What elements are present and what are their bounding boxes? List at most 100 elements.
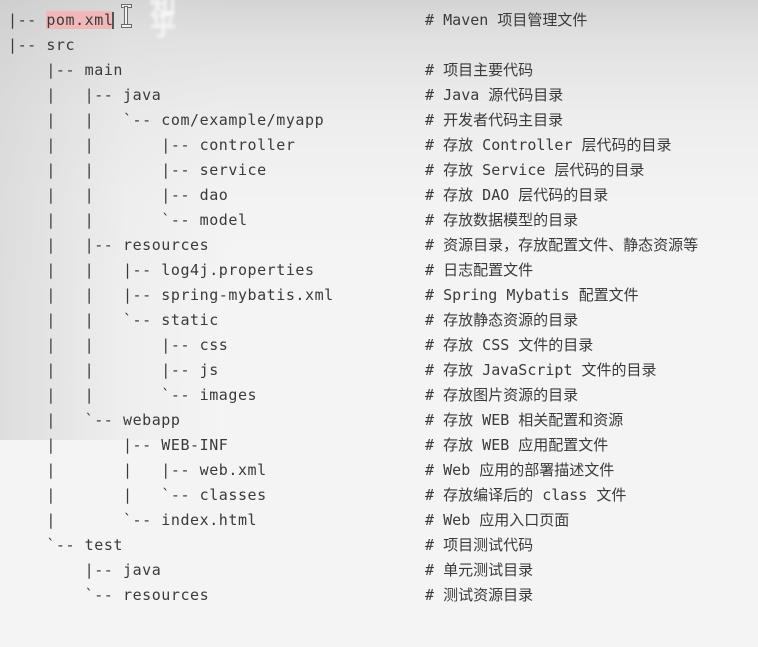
tree-node-name[interactable]: java	[123, 86, 161, 104]
tree-branch-prefix: | |--	[8, 436, 162, 454]
tree-row[interactable]: | | `-- static # 存放静态资源的目录	[0, 308, 758, 333]
tree-row[interactable]: `-- test # 项目测试代码	[0, 533, 758, 558]
tree-node-name[interactable]: css	[200, 336, 229, 354]
tree-node-name[interactable]: com/example/myapp	[161, 111, 324, 129]
tree-row[interactable]: | | |-- controller # 存放 Controller 层代码的目录	[0, 133, 758, 158]
tree-branch: | |-- resources	[8, 233, 209, 258]
tree-row[interactable]: | | `-- classes # 存放编译后的 class 文件	[0, 483, 758, 508]
tree-node-name[interactable]: controller	[200, 136, 296, 154]
tree-row[interactable]: | | |-- log4j.properties # 日志配置文件	[0, 258, 758, 283]
tree-row[interactable]: |-- src	[0, 33, 758, 58]
tree-row[interactable]: | `-- index.html # Web 应用入口页面	[0, 508, 758, 533]
comment-text: 项目主要代码	[443, 61, 534, 79]
tree-branch-prefix: | | `--	[8, 386, 200, 404]
tree-comment: # 存放数据模型的目录	[425, 208, 578, 233]
tree-row[interactable]: | | `-- model # 存放数据模型的目录	[0, 208, 758, 233]
tree-node-name[interactable]: spring-mybatis.xml	[161, 286, 333, 304]
tree-row[interactable]: | | `-- images # 存放图片资源的目录	[0, 383, 758, 408]
tree-branch-prefix: |--	[8, 561, 123, 579]
comment-text: 存放数据模型的目录	[443, 211, 579, 229]
tree-branch: `-- resources	[8, 583, 209, 608]
comment-hash: #	[425, 536, 444, 554]
comment-hash: #	[425, 436, 444, 454]
tree-row[interactable]: | | |-- web.xml # Web 应用的部署描述文件	[0, 458, 758, 483]
comment-hash: #	[425, 161, 444, 179]
tree-node-name[interactable]: log4j.properties	[161, 261, 314, 279]
tree-row[interactable]: | |-- java # Java 源代码目录	[0, 83, 758, 108]
comment-text: 存放 WEB 相关配置和资源	[443, 411, 624, 429]
comment-hash: #	[425, 511, 444, 529]
tree-comment: # Spring Mybatis 配置文件	[425, 283, 639, 308]
tree-branch: | | `-- static	[8, 308, 219, 333]
tree-branch: | `-- webapp	[8, 408, 180, 433]
tree-node-name[interactable]: index.html	[161, 511, 257, 529]
tree-branch: | | `-- com/example/myapp	[8, 108, 324, 133]
tree-node-name[interactable]: main	[85, 61, 123, 79]
tree-row[interactable]: | |-- WEB-INF # 存放 WEB 应用配置文件	[0, 433, 758, 458]
tree-node-name[interactable]: webapp	[123, 411, 181, 429]
tree-node-name[interactable]: classes	[200, 486, 267, 504]
tree-row[interactable]: `-- resources # 测试资源目录	[0, 583, 758, 608]
tree-branch: | | `-- model	[8, 208, 248, 233]
tree-row[interactable]: | | |-- dao # 存放 DAO 层代码的目录	[0, 183, 758, 208]
comment-text: 存放编译后的 class 文件	[443, 486, 627, 504]
directory-tree: |-- pom.xml # Maven 项目管理文件 |-- src |-- mai…	[0, 0, 758, 608]
tree-branch-prefix: | `--	[8, 511, 162, 529]
tree-node-name[interactable]: WEB-INF	[161, 436, 228, 454]
tree-node-name[interactable]: images	[200, 386, 258, 404]
tree-comment: # 测试资源目录	[425, 583, 533, 608]
tree-node-name[interactable]: resources	[123, 586, 209, 604]
tree-branch-prefix: | | |--	[8, 461, 200, 479]
comment-text: 存放 DAO 层代码的目录	[443, 186, 609, 204]
comment-text: Web 应用入口页面	[443, 511, 570, 529]
tree-branch-prefix: | | `--	[8, 211, 200, 229]
tree-row[interactable]: | | `-- com/example/myapp # 开发者代码主目录	[0, 108, 758, 133]
tree-node-name[interactable]: dao	[200, 186, 229, 204]
tree-row[interactable]: |-- java # 单元测试目录	[0, 558, 758, 583]
tree-node-name[interactable]: service	[200, 161, 267, 179]
tree-branch: | `-- index.html	[8, 508, 257, 533]
tree-row[interactable]: | `-- webapp # 存放 WEB 相关配置和资源	[0, 408, 758, 433]
comment-hash: #	[425, 361, 444, 379]
comment-text: 存放图片资源的目录	[443, 386, 579, 404]
tree-comment: # 存放静态资源的目录	[425, 308, 578, 333]
tree-comment: # 资源目录，存放配置文件、静态资源等	[425, 233, 698, 258]
tree-row[interactable]: | |-- resources # 资源目录，存放配置文件、静态资源等	[0, 233, 758, 258]
tree-comment: # 日志配置文件	[425, 258, 533, 283]
comment-hash: #	[425, 61, 444, 79]
tree-branch: | | |-- spring-mybatis.xml	[8, 283, 334, 308]
tree-node-name[interactable]: src	[46, 36, 75, 54]
tree-node-name[interactable]: resources	[123, 236, 209, 254]
tree-branch-prefix: `--	[8, 536, 85, 554]
tree-comment: # 存放编译后的 class 文件	[425, 483, 626, 508]
tree-branch-prefix: | | |--	[8, 336, 200, 354]
tree-row[interactable]: | | |-- css # 存放 CSS 文件的目录	[0, 333, 758, 358]
tree-row[interactable]: | | |-- spring-mybatis.xml # Spring Mybat…	[0, 283, 758, 308]
comment-hash: #	[425, 211, 444, 229]
comment-hash: #	[425, 461, 444, 479]
comment-hash: #	[425, 386, 444, 404]
comment-hash: #	[425, 486, 444, 504]
comment-hash: #	[425, 86, 444, 104]
tree-row[interactable]: |-- pom.xml # Maven 项目管理文件	[0, 8, 758, 33]
comment-hash: #	[425, 286, 444, 304]
comment-text: Spring Mybatis 配置文件	[443, 286, 639, 304]
tree-row[interactable]: |-- main # 项目主要代码	[0, 58, 758, 83]
tree-node-name[interactable]: model	[200, 211, 248, 229]
comment-text: 资源目录，存放配置文件、静态资源等	[443, 236, 699, 254]
tree-branch-prefix: | | `--	[8, 111, 162, 129]
tree-branch: | | |-- log4j.properties	[8, 258, 315, 283]
comment-hash: #	[425, 411, 444, 429]
tree-node-name[interactable]: test	[85, 536, 123, 554]
comment-hash: #	[425, 136, 444, 154]
tree-row[interactable]: | | |-- service # 存放 Service 层代码的目录	[0, 158, 758, 183]
tree-row[interactable]: | | |-- js # 存放 JavaScript 文件的目录	[0, 358, 758, 383]
tree-node-name[interactable]: java	[123, 561, 161, 579]
tree-comment: # 存放 WEB 应用配置文件	[425, 433, 608, 458]
tree-node-name[interactable]: js	[200, 361, 219, 379]
tree-node-name[interactable]: static	[161, 311, 219, 329]
tree-branch: | | |-- js	[8, 358, 219, 383]
tree-node-name[interactable]: web.xml	[200, 461, 267, 479]
comment-text: 日志配置文件	[443, 261, 534, 279]
tree-node-name-selected[interactable]: pom.xml	[46, 11, 114, 29]
